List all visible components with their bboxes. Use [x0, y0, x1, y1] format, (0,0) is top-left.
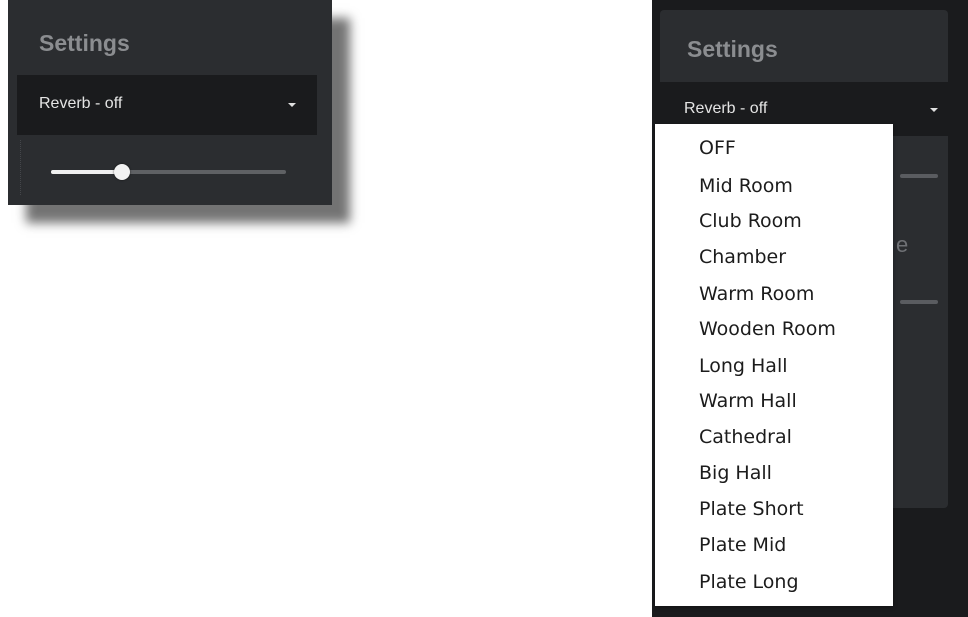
menu-item[interactable]: Warm Room	[699, 283, 814, 305]
caret-down-icon	[930, 108, 938, 112]
menu-item[interactable]: Big Hall	[699, 462, 772, 484]
menu-item[interactable]: Chamber	[699, 246, 786, 268]
panel-title: Settings	[687, 36, 778, 62]
slider-track[interactable]	[900, 174, 938, 178]
menu-item[interactable]: Warm Hall	[699, 390, 797, 412]
reverb-dropdown-menu[interactable]: OFF Mid Room Club Room Chamber Warm Room…	[655, 124, 893, 606]
divider	[20, 140, 22, 195]
menu-item[interactable]: Plate Short	[699, 498, 804, 520]
obscured-label-fragment: e	[896, 232, 909, 257]
settings-panel-collapsed: Settings Reverb - off	[8, 0, 332, 205]
panel-title: Settings	[39, 30, 130, 56]
slider-handle[interactable]	[113, 164, 130, 180]
reverb-dropdown[interactable]: Reverb - off	[17, 75, 317, 135]
reverb-slider[interactable]	[51, 164, 286, 180]
menu-item[interactable]: Plate Long	[699, 571, 799, 593]
slider-track[interactable]	[900, 300, 938, 304]
reverb-dropdown-value: Reverb - off	[39, 95, 123, 112]
menu-item[interactable]: Long Hall	[699, 355, 788, 377]
menu-item[interactable]: Mid Room	[699, 175, 793, 197]
menu-item[interactable]: Club Room	[699, 210, 802, 232]
menu-item[interactable]: Cathedral	[699, 426, 792, 448]
slider-fill	[51, 170, 122, 174]
menu-item[interactable]: OFF	[699, 137, 736, 159]
caret-down-icon	[288, 103, 296, 107]
menu-item[interactable]: Plate Mid	[699, 534, 786, 556]
menu-item[interactable]: Wooden Room	[699, 318, 836, 340]
reverb-dropdown-value: Reverb - off	[684, 100, 768, 117]
